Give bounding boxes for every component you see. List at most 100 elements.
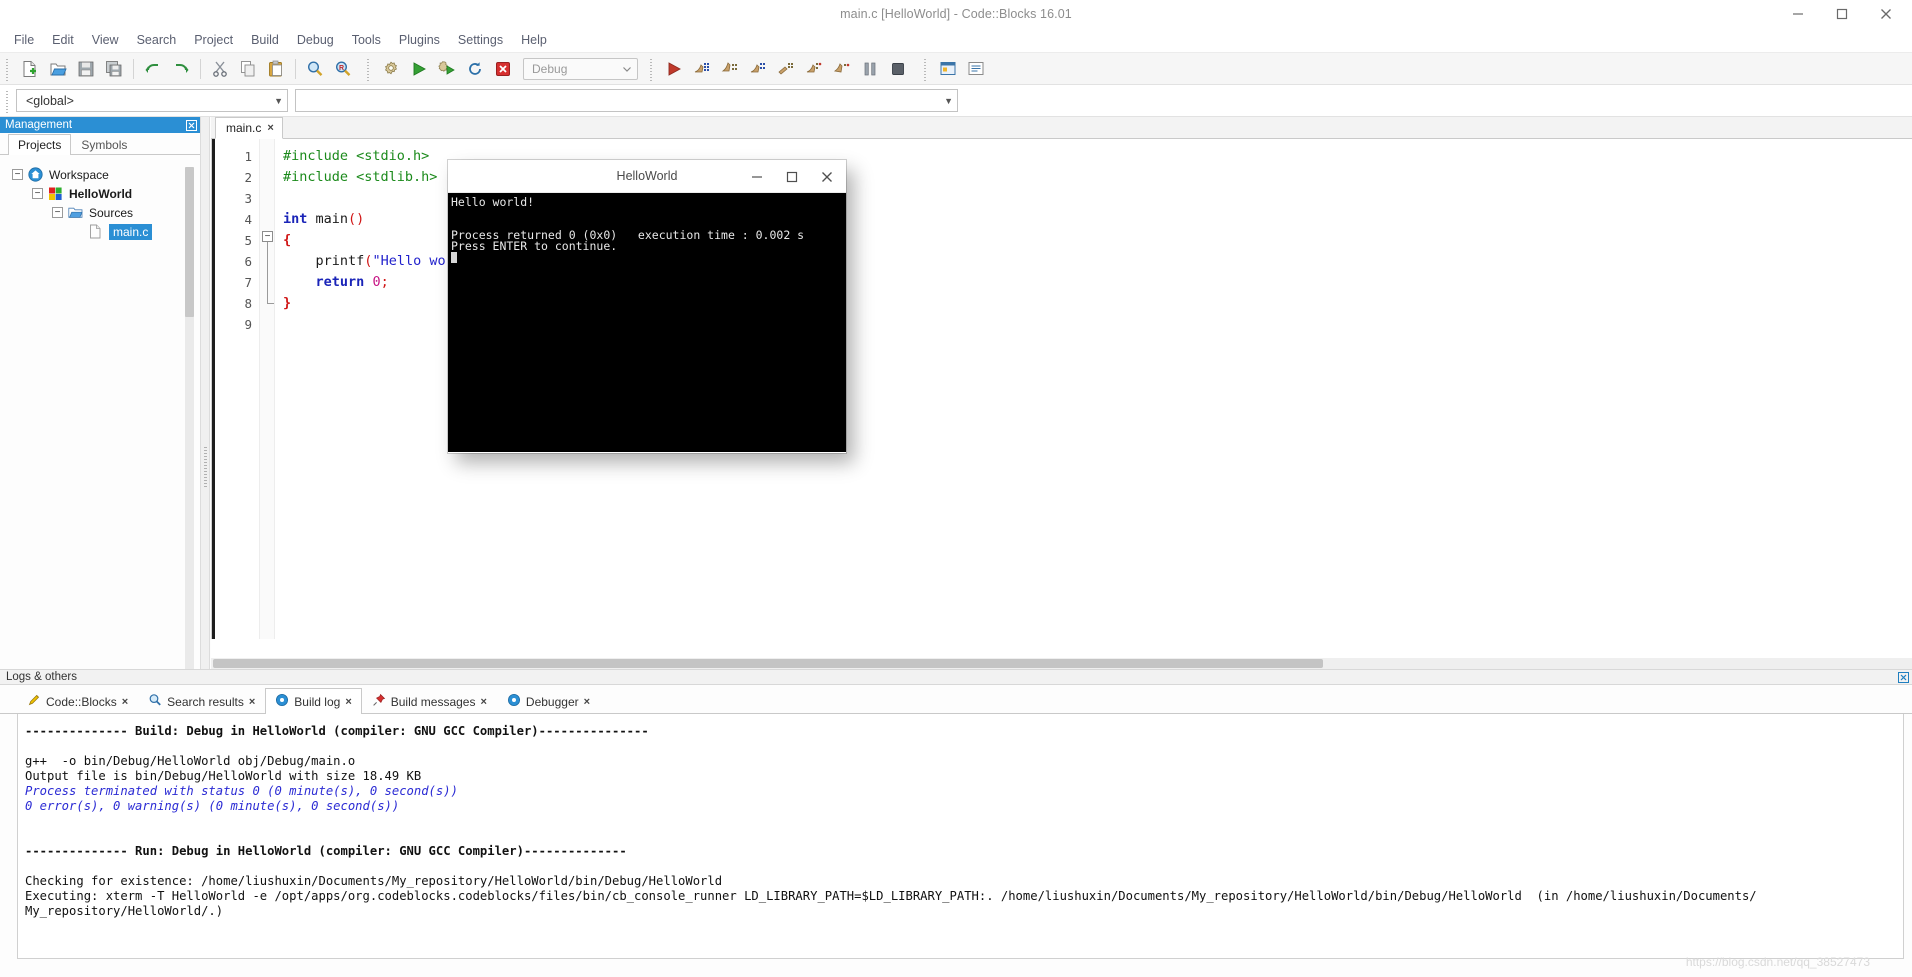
- debug-break-icon[interactable]: [857, 56, 883, 82]
- find-icon[interactable]: [302, 56, 328, 82]
- tree-expander-workspace[interactable]: −: [12, 169, 23, 180]
- menu-help[interactable]: Help: [512, 30, 556, 50]
- tree-expander-sources[interactable]: −: [52, 207, 63, 218]
- maximize-button[interactable]: [1820, 0, 1864, 27]
- paste-icon[interactable]: [263, 56, 289, 82]
- tab-debugger[interactable]: Debugger ×: [497, 688, 600, 714]
- logs-title: Logs & others: [6, 671, 77, 683]
- debug-next-instruction-icon[interactable]: [801, 56, 827, 82]
- tree-item-helloworld[interactable]: − HelloWorld: [0, 184, 200, 203]
- copy-icon[interactable]: [235, 56, 261, 82]
- menu-build[interactable]: Build: [242, 30, 288, 50]
- build-log-line: Executing: xterm -T HelloWorld -e /opt/a…: [25, 889, 1757, 903]
- save-icon[interactable]: [73, 56, 99, 82]
- undo-icon[interactable]: [140, 56, 166, 82]
- debug-step-out-icon[interactable]: [773, 56, 799, 82]
- build-log-line: -------------- Run: Debug in HelloWorld …: [25, 844, 627, 858]
- editor-horizontal-scrollbar[interactable]: [211, 658, 1912, 669]
- abort-icon[interactable]: [490, 56, 516, 82]
- scope-value: <global>: [26, 93, 74, 108]
- tab-search-results[interactable]: Search results ×: [138, 688, 265, 714]
- toolbar-grip-compiler[interactable]: [365, 56, 374, 81]
- close-button[interactable]: [1864, 0, 1908, 27]
- debug-step-into-icon[interactable]: [745, 56, 771, 82]
- tab-build-messages[interactable]: Build messages ×: [362, 688, 497, 714]
- fold-toggle-main[interactable]: −: [262, 231, 273, 242]
- console-window[interactable]: HelloWorld Hello world! Process returned…: [448, 160, 846, 453]
- console-line: Hello world!: [451, 195, 535, 209]
- close-icon[interactable]: ×: [267, 122, 273, 134]
- debug-step-into-instruction-icon[interactable]: [829, 56, 855, 82]
- window-titlebar: main.c [HelloWorld] - Code::Blocks 16.01: [0, 0, 1912, 27]
- menu-project[interactable]: Project: [185, 30, 242, 50]
- tab-symbols[interactable]: Symbols: [71, 134, 137, 155]
- new-file-icon[interactable]: [17, 56, 43, 82]
- logs-tab-label: Debugger: [525, 694, 579, 709]
- gear-blue-icon: [507, 693, 521, 710]
- menu-tools[interactable]: Tools: [343, 30, 390, 50]
- various-info-icon[interactable]: [963, 56, 989, 82]
- editor-tab-mainc[interactable]: main.c ×: [215, 117, 283, 139]
- replace-icon[interactable]: R: [330, 56, 356, 82]
- build-log-output[interactable]: -------------- Build: Debug in HelloWorl…: [17, 714, 1904, 959]
- save-all-icon[interactable]: [101, 56, 127, 82]
- debug-continue-icon[interactable]: [661, 56, 687, 82]
- close-icon[interactable]: [1897, 671, 1910, 684]
- cut-icon[interactable]: [207, 56, 233, 82]
- debug-stop-icon[interactable]: [885, 56, 911, 82]
- menu-search[interactable]: Search: [128, 30, 186, 50]
- toolbar-separator-3: [295, 58, 296, 79]
- menu-file[interactable]: File: [5, 30, 43, 50]
- line-number: 2: [244, 170, 252, 185]
- close-icon[interactable]: ×: [584, 696, 590, 708]
- close-icon[interactable]: [185, 119, 198, 132]
- tree-item-mainc[interactable]: main.c: [0, 222, 200, 241]
- tab-projects[interactable]: Projects: [8, 134, 72, 155]
- toolbar-grip-extra[interactable]: [922, 56, 931, 81]
- redo-icon[interactable]: [168, 56, 194, 82]
- menu-plugins[interactable]: Plugins: [390, 30, 449, 50]
- console-close-button[interactable]: [809, 160, 844, 193]
- debugging-windows-icon[interactable]: [935, 56, 961, 82]
- close-icon[interactable]: ×: [249, 696, 255, 708]
- rebuild-icon[interactable]: [462, 56, 488, 82]
- build-target-select[interactable]: Debug: [523, 57, 638, 80]
- menu-debug[interactable]: Debug: [288, 30, 343, 50]
- minimize-button[interactable]: [1776, 0, 1820, 27]
- close-icon[interactable]: ×: [480, 696, 486, 708]
- build-log-line: -------------- Build: Debug in HelloWorl…: [25, 724, 649, 738]
- toolbar-grip-debug[interactable]: [648, 56, 657, 81]
- open-file-icon[interactable]: [45, 56, 71, 82]
- menu-settings[interactable]: Settings: [449, 30, 512, 50]
- build-gear-icon[interactable]: [378, 56, 404, 82]
- tab-build-log[interactable]: Build log ×: [265, 688, 362, 714]
- tab-codeblocks[interactable]: Code::Blocks ×: [17, 688, 138, 714]
- fold-margin[interactable]: −: [259, 139, 275, 639]
- console-titlebar: HelloWorld: [448, 160, 846, 193]
- menu-edit[interactable]: Edit: [43, 30, 83, 50]
- close-icon[interactable]: ×: [345, 696, 351, 708]
- tree-label-sources: Sources: [89, 205, 134, 220]
- debug-next-line-icon[interactable]: [717, 56, 743, 82]
- menu-view[interactable]: View: [83, 30, 128, 50]
- toolbar-grip-main[interactable]: [4, 56, 13, 81]
- scope-toolbar-grip[interactable]: [4, 88, 13, 113]
- console-maximize-button[interactable]: [774, 160, 809, 193]
- tree-item-workspace[interactable]: − Workspace: [0, 165, 200, 184]
- console-line: Press ENTER to continue.: [451, 239, 618, 253]
- run-icon[interactable]: [406, 56, 432, 82]
- build-and-run-icon[interactable]: [434, 56, 460, 82]
- scope-select[interactable]: <global> ▼: [16, 89, 288, 112]
- console-output[interactable]: Hello world! Process returned 0 (0x0) ex…: [448, 193, 846, 452]
- tree-expander-helloworld[interactable]: −: [32, 188, 43, 199]
- toolbar-separator-1: [133, 58, 134, 79]
- console-minimize-button[interactable]: [739, 160, 774, 193]
- line-number: 1: [244, 149, 252, 164]
- debug-run-to-cursor-icon[interactable]: [689, 56, 715, 82]
- function-select[interactable]: ▼: [295, 89, 958, 112]
- tree-item-sources[interactable]: − Sources: [0, 203, 200, 222]
- close-icon[interactable]: ×: [122, 696, 128, 708]
- management-header: Management: [0, 117, 200, 133]
- tree-label-workspace: Workspace: [49, 167, 109, 182]
- build-log-line: [25, 814, 1903, 829]
